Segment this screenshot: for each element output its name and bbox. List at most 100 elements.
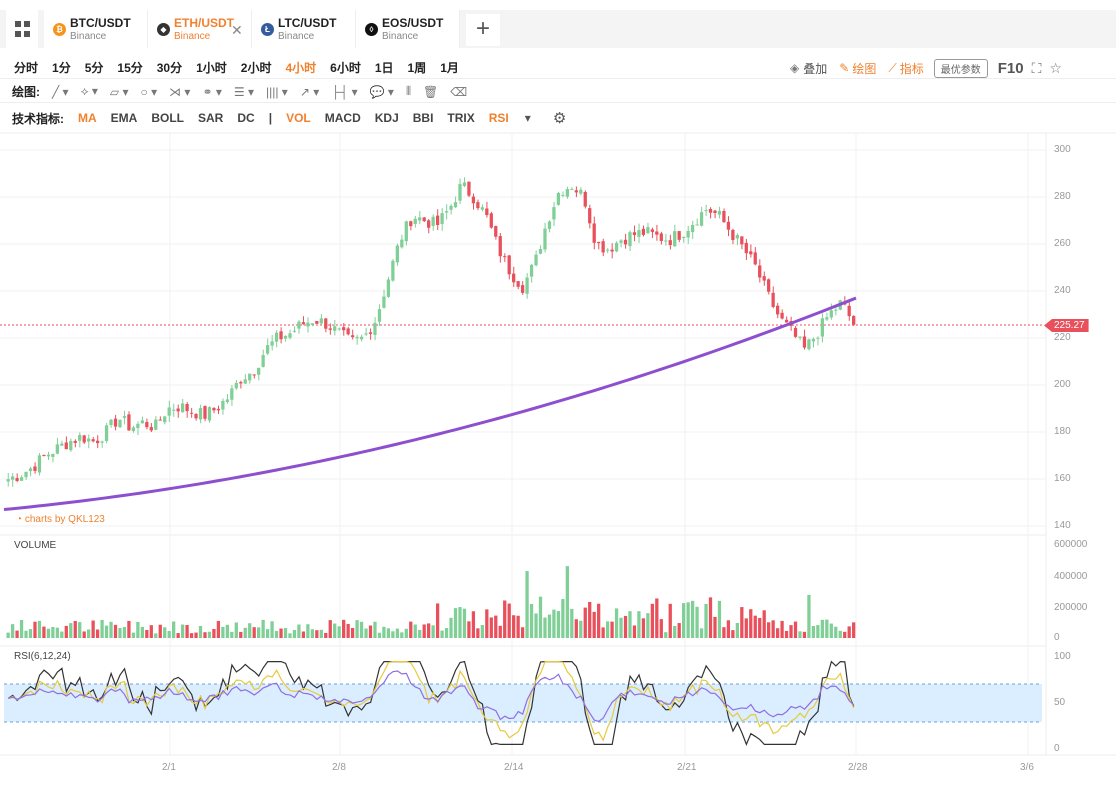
candle-body bbox=[19, 477, 24, 481]
interval-10[interactable]: 1周 bbox=[408, 59, 427, 76]
gear-icon[interactable]: ⚙ bbox=[553, 109, 566, 127]
shape-tool-icon[interactable]: ○ ▾ bbox=[140, 85, 157, 99]
channel-tool-icon[interactable]: ▱ ▾ bbox=[110, 85, 129, 99]
interval-7[interactable]: 4小时 bbox=[285, 59, 316, 76]
volume-bar bbox=[843, 631, 847, 638]
fib-levels-icon[interactable]: ☰ ▾ bbox=[234, 85, 254, 99]
star-icon[interactable]: ☆ bbox=[1049, 60, 1062, 77]
gann-tool-icon[interactable]: |||| ▾ bbox=[266, 85, 288, 99]
tab-symbol: LTC/USDT bbox=[278, 16, 337, 30]
best-params-button[interactable]: 最优参数 bbox=[933, 58, 988, 78]
indicator-bbi[interactable]: BBI bbox=[413, 111, 434, 125]
volume-bar bbox=[570, 608, 574, 638]
volume-bar bbox=[391, 631, 395, 638]
indicator-ema[interactable]: EMA bbox=[111, 111, 138, 125]
tab-eth-usdt[interactable]: ◆ ETH/USDT Binance ✕ bbox=[148, 10, 252, 48]
volume-bar bbox=[257, 627, 261, 638]
candle-body bbox=[614, 242, 619, 252]
indicator-vol[interactable]: VOL bbox=[286, 111, 311, 125]
volume-bar bbox=[270, 621, 274, 638]
draw-toolbar: 绘图: ╱ ▾ ⟡ ▾ ▱ ▾ ○ ▾ ⋊ ▾ ⚭ ▾ ☰ ▾ |||| ▾ ↗… bbox=[0, 81, 1116, 103]
trash-icon[interactable]: 🗑 bbox=[423, 85, 438, 99]
pattern-tool-icon[interactable]: ⋊ ▾ bbox=[169, 85, 190, 99]
overlay-button[interactable]: 叠加 bbox=[803, 60, 827, 77]
interval-1[interactable]: 1分 bbox=[52, 59, 71, 76]
measure-tool-icon[interactable]: ├┤ ▾ bbox=[331, 85, 357, 99]
candle-body bbox=[274, 332, 279, 342]
volume-bar bbox=[149, 625, 153, 638]
tab-ltc-usdt[interactable]: Ł LTC/USDT Binance bbox=[252, 10, 356, 48]
volume-bar bbox=[55, 627, 59, 638]
interval-5[interactable]: 1小时 bbox=[196, 59, 227, 76]
interval-3[interactable]: 15分 bbox=[117, 59, 142, 76]
more-dropdown-icon[interactable]: ▾ bbox=[525, 111, 531, 125]
candle-body bbox=[69, 440, 73, 451]
draw-button[interactable]: 绘图 bbox=[852, 60, 876, 77]
candle-body bbox=[583, 191, 587, 207]
candle-body bbox=[297, 321, 301, 329]
indicator-macd[interactable]: MACD bbox=[325, 111, 361, 125]
candle-body bbox=[811, 338, 816, 342]
indicator-kdj[interactable]: KDJ bbox=[375, 111, 399, 125]
interval-4[interactable]: 30分 bbox=[157, 59, 182, 76]
candle-body bbox=[37, 455, 42, 473]
volume-bar bbox=[225, 624, 229, 638]
volume-bar bbox=[476, 628, 480, 638]
tab-symbol: BTC/USDT bbox=[70, 16, 131, 30]
candle-body bbox=[440, 213, 444, 224]
volume-bar bbox=[176, 633, 180, 638]
comment-tool-icon[interactable]: 💬 ▾ bbox=[370, 85, 394, 99]
volume-bar bbox=[798, 631, 802, 638]
candle-body bbox=[194, 414, 198, 419]
ray-tool-icon[interactable]: ⟡ ▾ bbox=[81, 84, 98, 99]
price-axis-label: 200 bbox=[1054, 379, 1071, 390]
volume-bar bbox=[163, 627, 167, 638]
indicator-button[interactable]: 指标 bbox=[900, 60, 924, 77]
bars-tool-icon[interactable]: ⫴ bbox=[406, 84, 411, 99]
indicator-ma[interactable]: MA bbox=[78, 111, 97, 125]
time-axis-label: 2/28 bbox=[848, 762, 868, 773]
interval-2[interactable]: 5分 bbox=[85, 59, 104, 76]
volume-bar bbox=[435, 603, 440, 638]
interval-0[interactable]: 分时 bbox=[14, 59, 38, 76]
candle-body bbox=[288, 333, 292, 338]
volume-bar bbox=[145, 629, 149, 638]
indicator-boll[interactable]: BOLL bbox=[151, 111, 184, 125]
candle-body bbox=[605, 249, 610, 251]
line-tool-icon[interactable]: ╱ ▾ bbox=[52, 85, 69, 99]
grid-menu-icon[interactable] bbox=[6, 10, 38, 48]
eraser-icon[interactable]: ⌫ bbox=[450, 85, 467, 99]
indicator-sar[interactable]: SAR bbox=[198, 111, 223, 125]
indicator-dc[interactable]: DC bbox=[237, 111, 254, 125]
indicator-trix[interactable]: TRIX bbox=[447, 111, 474, 125]
close-tab-icon[interactable]: ✕ bbox=[231, 22, 243, 39]
ma-line bbox=[3, 296, 857, 512]
candle-body bbox=[507, 255, 511, 275]
indicator-rsi[interactable]: RSI bbox=[489, 111, 509, 125]
tab-eos-usdt[interactable]: ◊ EOS/USDT Binance bbox=[356, 10, 460, 48]
arrow-tool-icon[interactable]: ↗ ▾ bbox=[300, 85, 319, 99]
interval-9[interactable]: 1日 bbox=[375, 59, 394, 76]
interval-8[interactable]: 6小时 bbox=[330, 59, 361, 76]
volume-bar bbox=[664, 632, 668, 638]
candle-body bbox=[520, 285, 525, 293]
candle-body bbox=[619, 240, 623, 243]
candle-body bbox=[552, 207, 556, 220]
interval-11[interactable]: 1月 bbox=[440, 59, 459, 76]
candle-body bbox=[699, 212, 704, 226]
tab-btc-usdt[interactable]: ₿ BTC/USDT Binance bbox=[44, 10, 148, 48]
fullscreen-icon[interactable]: ⛶ bbox=[1032, 60, 1042, 77]
fib-tool-icon[interactable]: ⚭ ▾ bbox=[202, 85, 221, 99]
f10-button[interactable]: F10 bbox=[998, 60, 1024, 77]
volume-bar bbox=[216, 620, 221, 638]
candle-body bbox=[73, 440, 77, 443]
add-tab-button[interactable]: + bbox=[466, 14, 500, 46]
volume-bar bbox=[24, 630, 28, 638]
volume-bar bbox=[637, 611, 641, 638]
candle-body bbox=[109, 419, 113, 426]
volume-axis-label: 400000 bbox=[1054, 571, 1088, 582]
interval-6[interactable]: 2小时 bbox=[241, 59, 272, 76]
candle-body bbox=[409, 221, 413, 227]
volume-bar bbox=[82, 631, 86, 638]
candle-body bbox=[570, 189, 574, 191]
